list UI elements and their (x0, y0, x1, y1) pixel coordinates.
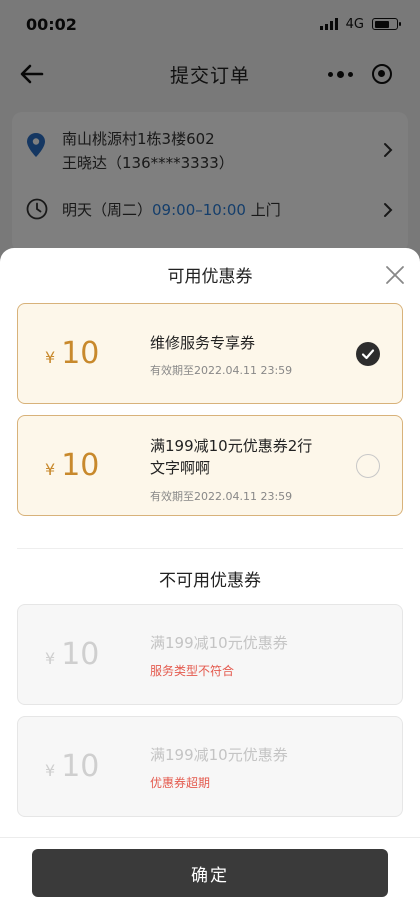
coupon-name: 满199减10元优惠券 (150, 746, 288, 764)
coupon-name: 维修服务专享券 (150, 334, 256, 352)
coupon-validity: 有效期至2022.04.11 23:59 (150, 364, 293, 377)
unavailable-section-title: 不可用优惠券 (159, 571, 261, 591)
section-divider (17, 548, 403, 549)
coupon-sheet: 可用优惠券 ¥ 10 维修服务专享券 有效期至2022.04.11 23:59 … (0, 248, 420, 909)
coupon-amount: ¥ 10 (45, 637, 100, 672)
coupon-amount: ¥ 10 (45, 336, 100, 371)
coupon-radio-unchecked[interactable] (356, 454, 380, 478)
coupon-amount: ¥ 10 (45, 448, 100, 483)
coupon-amount: ¥ 10 (45, 749, 100, 784)
coupon-validity: 有效期至2022.04.11 23:59 (150, 490, 293, 503)
coupon-card-unavailable: ¥ 10 满199减10元优惠券 优惠券超期 (17, 716, 403, 817)
coupon-card-available[interactable]: ¥ 10 维修服务专享券 有效期至2022.04.11 23:59 (17, 303, 403, 404)
close-icon[interactable] (384, 264, 406, 286)
coupon-unavailable-reason: 服务类型不符合 (150, 664, 235, 678)
coupon-radio-checked[interactable] (356, 342, 380, 366)
coupon-unavailable-reason: 优惠券超期 (150, 776, 211, 790)
sheet-title: 可用优惠券 (167, 267, 253, 287)
coupon-card-unavailable: ¥ 10 满199减10元优惠券 服务类型不符合 (17, 604, 403, 705)
coupon-name: 满199减10元优惠券 (150, 634, 288, 652)
footer-divider (0, 837, 420, 838)
confirm-button[interactable]: 确定 (32, 849, 388, 897)
coupon-name: 满199减10元优惠券2行文字啊啊 (150, 437, 313, 477)
checkmark-icon (361, 349, 375, 360)
coupon-card-available[interactable]: ¥ 10 满199减10元优惠券2行文字啊啊 有效期至2022.04.11 23… (17, 415, 403, 516)
